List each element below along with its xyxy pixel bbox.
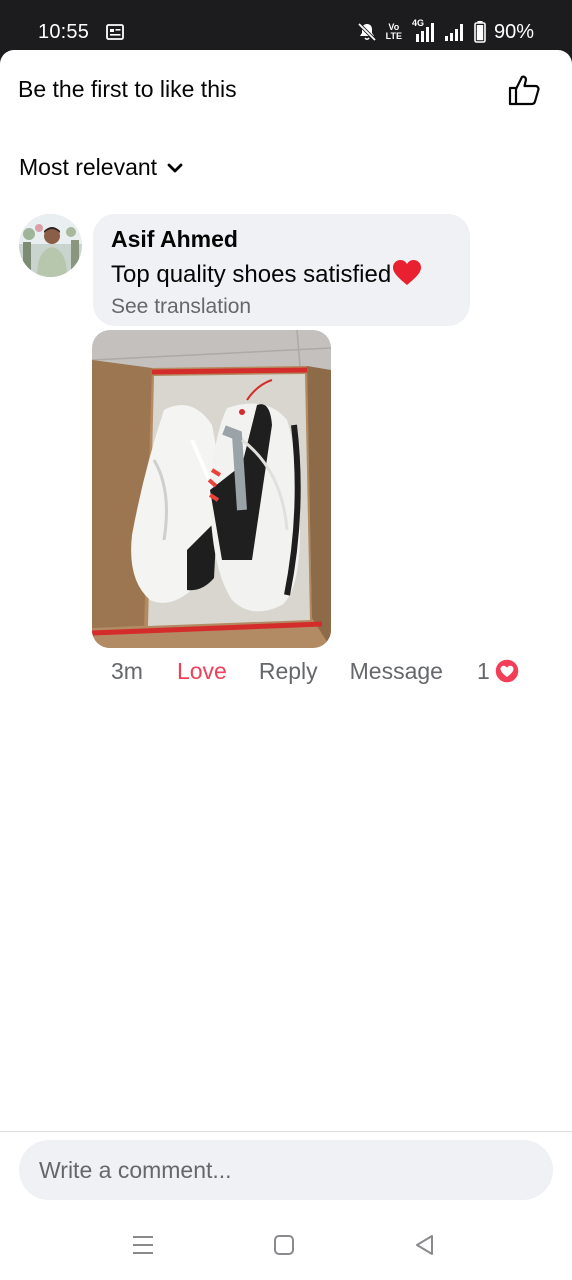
comment-time: 3m [111, 657, 143, 684]
signal-icon-2 [444, 24, 463, 41]
comment-text: Top quality shoes satisfied [111, 259, 452, 289]
battery-percent: 90% [493, 20, 534, 43]
back-icon[interactable] [412, 1232, 438, 1258]
battery-icon [474, 21, 486, 43]
system-nav-bar [0, 1210, 572, 1280]
comments-sheet: Be the first to like this Most relevant … [0, 50, 572, 1210]
network-signal: 4G [410, 18, 436, 44]
reply-button[interactable]: Reply [259, 658, 318, 685]
volte-bottom-text: LTE [385, 31, 402, 41]
volte-icon: Vo LTE [386, 23, 402, 41]
recents-icon[interactable] [130, 1232, 156, 1258]
sort-dropdown[interactable]: Most relevant [19, 154, 183, 181]
red-heart-emoji [393, 260, 422, 285]
signal-icon [415, 23, 434, 42]
comment-author[interactable]: Asif Ahmed [111, 226, 452, 253]
love-reaction-icon [494, 658, 520, 684]
notification-icon [106, 24, 124, 40]
composer-divider [0, 1131, 572, 1132]
comment-input[interactable] [19, 1140, 553, 1200]
see-translation-link[interactable]: See translation [111, 295, 452, 319]
home-icon[interactable] [271, 1232, 297, 1258]
thumbs-up-icon[interactable] [506, 72, 542, 108]
mute-icon [357, 22, 376, 42]
reaction-summary[interactable]: 1 [477, 658, 520, 685]
message-button[interactable]: Message [350, 658, 443, 685]
chevron-down-icon [167, 163, 183, 172]
love-button[interactable]: Love [177, 658, 227, 685]
comment-bubble[interactable]: Asif Ahmed Top quality shoes satisfied S… [93, 214, 470, 326]
reaction-count: 1 [476, 657, 490, 684]
status-time: 10:55 [38, 21, 90, 43]
avatar[interactable] [19, 214, 82, 277]
likes-summary: Be the first to like this [18, 76, 237, 102]
comment-body: Top quality shoes satisfied [111, 261, 392, 288]
comment-photo[interactable] [92, 330, 331, 648]
comment-actions: 3m Love Reply Message 1 [111, 656, 520, 686]
sort-label: Most relevant [19, 154, 158, 180]
